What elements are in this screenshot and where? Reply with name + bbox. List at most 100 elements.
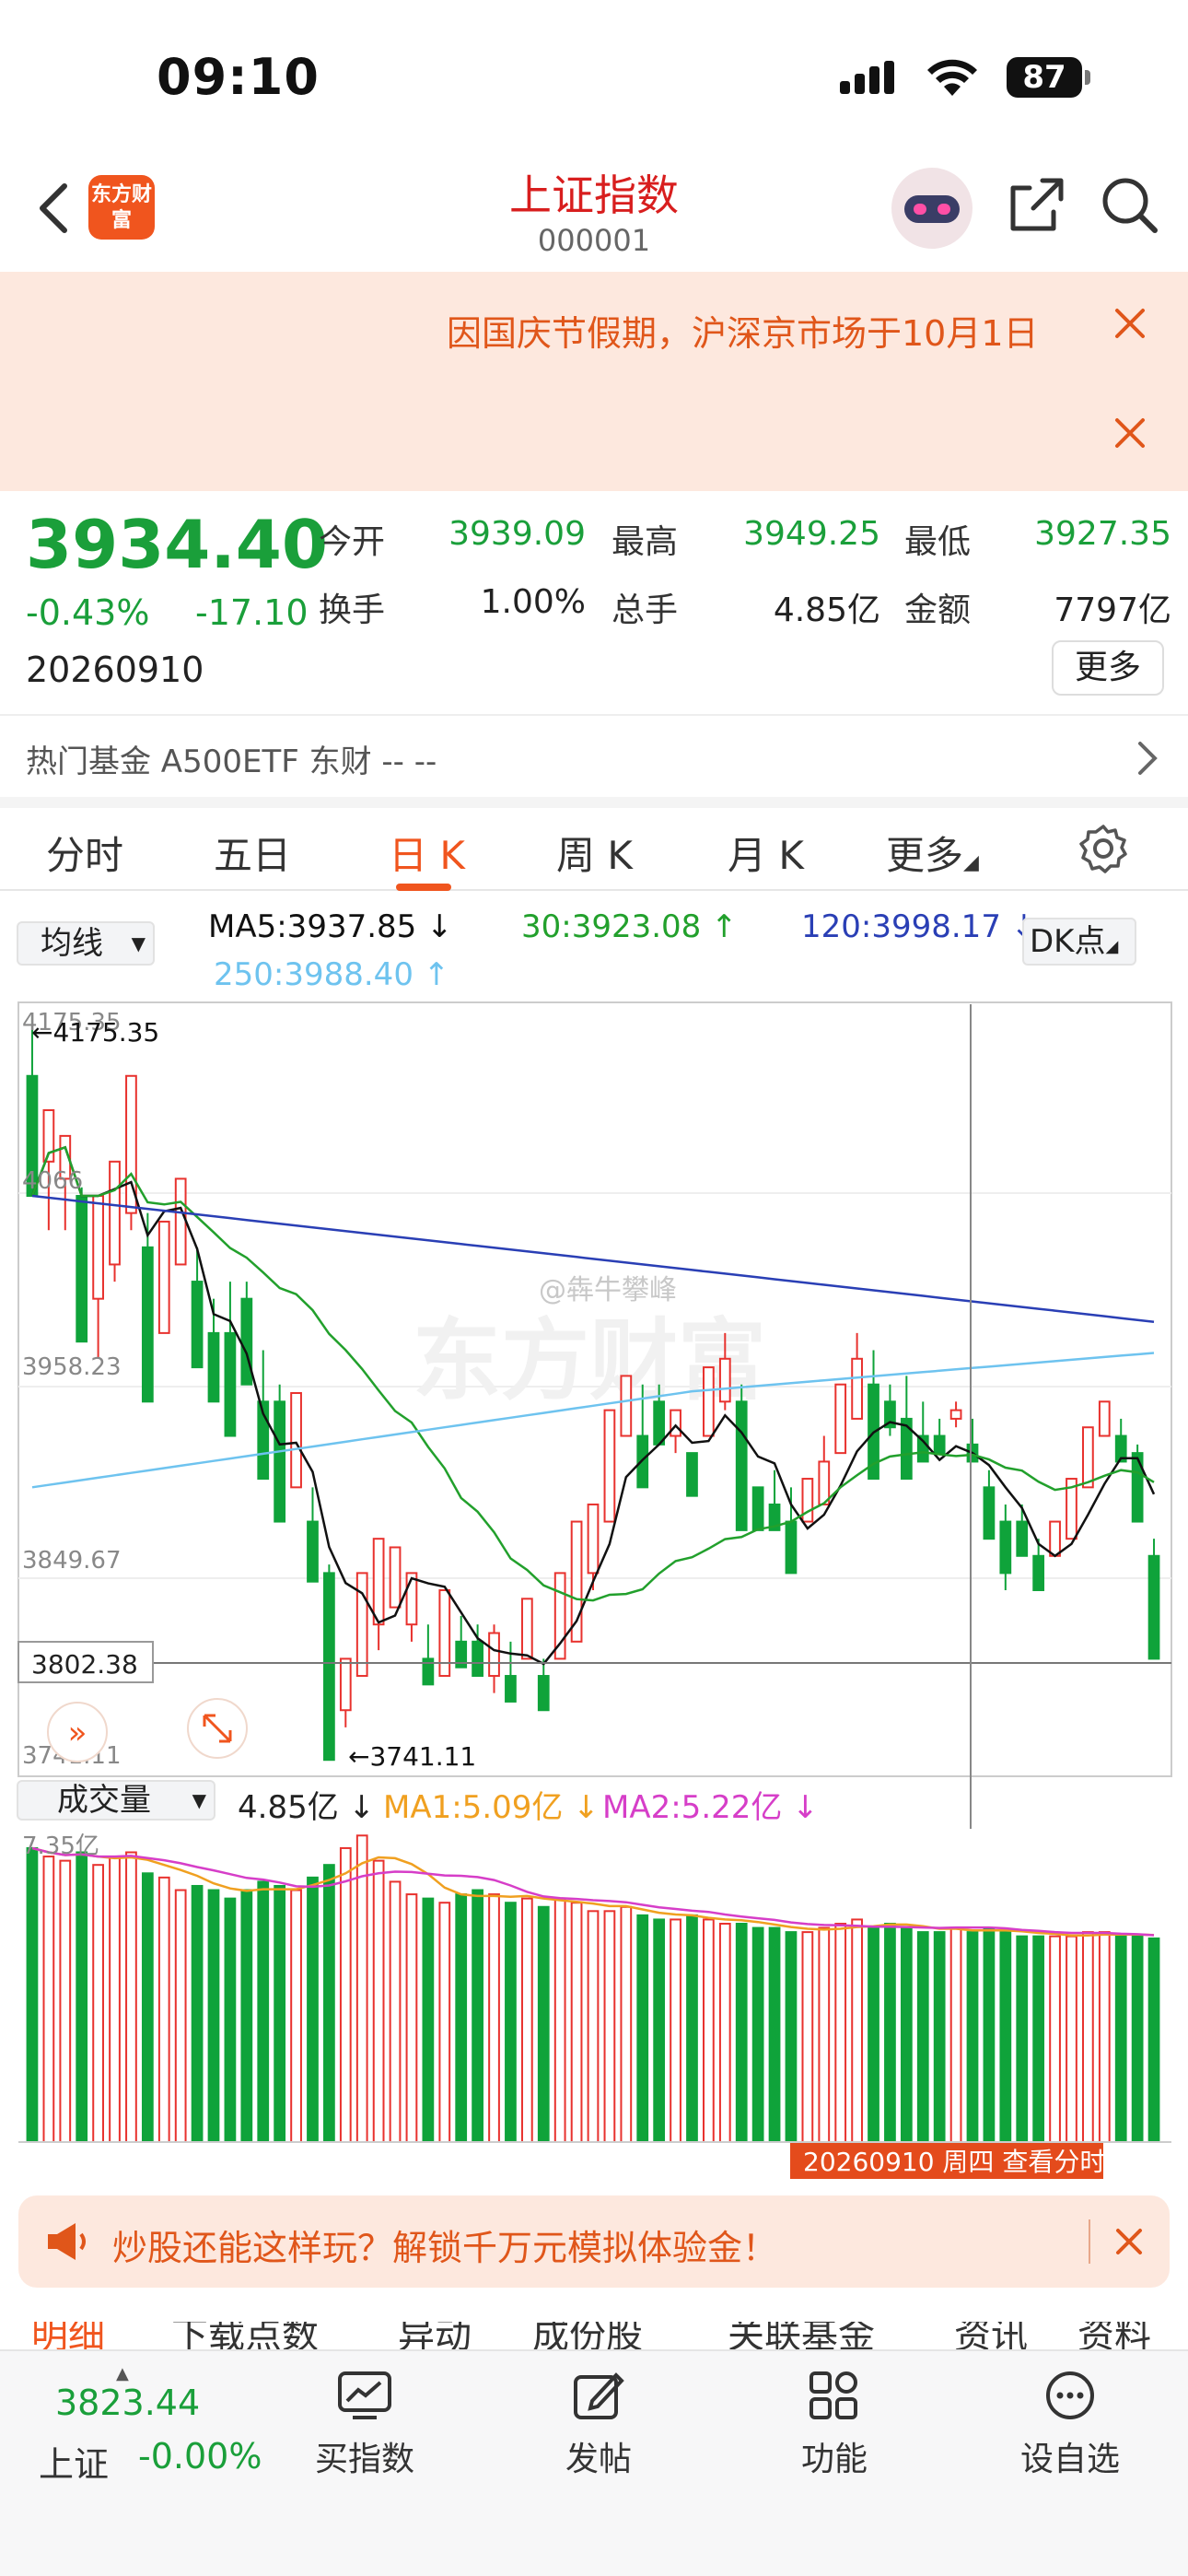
caret-down-icon: ◢ <box>1105 937 1119 956</box>
tab-constituents[interactable]: 成份股 <box>532 2322 643 2349</box>
hot-fund-row[interactable]: 热门基金 A500ETF 东财 -- -- <box>0 714 1188 795</box>
functions-label: 功能 <box>800 2441 868 2478</box>
close-icon[interactable] <box>1112 415 1148 455</box>
promo-banner[interactable]: 炒股还能这样玩？解锁千万元模拟体验金！ <box>18 2195 1170 2288</box>
tab-weekly-k[interactable]: 周 K <box>556 825 633 881</box>
battery-icon: 87 <box>1007 57 1082 98</box>
candle-body <box>1049 1520 1061 1557</box>
tab-monthly-k[interactable]: 月 K <box>728 825 804 881</box>
volume-bar <box>92 1864 104 2143</box>
candle-body <box>488 1632 500 1678</box>
volume-bar <box>422 1897 435 2143</box>
candle-body <box>1147 1554 1160 1660</box>
volume-bar <box>157 1876 170 2143</box>
volume-bar <box>257 1880 270 2143</box>
volume-bar <box>488 1893 500 2143</box>
functions-button[interactable]: 功能 <box>751 2370 917 2480</box>
settings-gear-icon[interactable] <box>1077 823 1129 878</box>
candle-body <box>224 1331 237 1437</box>
volume-bar <box>455 1893 468 2143</box>
volume-bar <box>26 1846 39 2143</box>
assistant-avatar-icon[interactable] <box>891 168 973 249</box>
volume-value: 4.85亿 ↓ <box>238 1789 375 1826</box>
volume-bar <box>125 1851 137 2143</box>
caret-down-icon: ▼ <box>192 1789 206 1811</box>
volume-bar <box>537 1905 550 2143</box>
tab-profile[interactable]: 资料 <box>1077 2322 1151 2349</box>
share-icon[interactable] <box>1006 175 1066 240</box>
volume-bar <box>801 1931 814 2143</box>
candle-body <box>389 1546 402 1609</box>
candle-body <box>620 1375 633 1437</box>
last-price: 3934.40 <box>26 506 328 583</box>
candle-body <box>949 1409 962 1420</box>
tab-news[interactable]: 资讯 <box>954 2322 1028 2349</box>
volume-bar <box>603 1910 616 2143</box>
volume-bar <box>76 1851 88 2143</box>
hot-fund-text: 热门基金 A500ETF 东财 -- -- <box>26 744 437 780</box>
axis-label-4: 3849.67 <box>22 1547 122 1575</box>
candle-body <box>355 1572 368 1678</box>
volume-bar <box>884 1922 896 2144</box>
more-stats-button[interactable]: 更多 <box>1052 640 1164 696</box>
volume-bar <box>999 1931 1012 2143</box>
period-tabs: 分时 五日 日 K 周 K 月 K 更多◢ <box>0 797 1188 891</box>
post-button[interactable]: 发帖 <box>516 2370 681 2480</box>
candle-body <box>735 1400 748 1531</box>
dk-point-dropdown[interactable]: DK点◢ <box>1022 918 1136 966</box>
tab-detail[interactable]: 明细 <box>31 2322 105 2349</box>
candle-body <box>323 1572 335 1762</box>
volume-bar <box>505 1902 517 2144</box>
wifi-icon <box>924 57 981 101</box>
weibo-watermark: @犇牛攀峰 <box>539 1274 677 1306</box>
stat-value-low: 3927.35 <box>1034 515 1171 553</box>
candle-body <box>339 1657 352 1712</box>
buy-index-button[interactable]: 买指数 <box>282 2370 448 2480</box>
tab-daily-k[interactable]: 日 K <box>389 825 465 881</box>
volume-bar <box>670 1918 681 2143</box>
tab-more[interactable]: 更多◢ <box>886 825 979 881</box>
axis-label-2: 4066 <box>22 1167 83 1195</box>
tab-five-day[interactable]: 五日 <box>214 825 291 881</box>
more-dots-icon <box>1046 2371 1094 2419</box>
candle-body <box>1032 1554 1045 1591</box>
volume-bar <box>207 1889 220 2144</box>
volume-indicator-dropdown[interactable]: 成交量 ▼ <box>17 1780 215 1821</box>
candle-body <box>109 1160 121 1266</box>
ma30-value: 30:3923.08 ↑ <box>521 908 738 945</box>
volume-bar <box>686 1914 698 2144</box>
volume-bar <box>553 1897 566 2143</box>
indicator-dropdown[interactable]: 均线 ▼ <box>17 921 155 966</box>
detail-tabs-peek: 明细 下载点数 异动 成份股 关联基金 资讯 资料 <box>0 2322 1188 2349</box>
close-icon[interactable] <box>1112 2225 1146 2262</box>
volume-bar <box>141 1872 154 2143</box>
add-watchlist-button[interactable]: 设自选 <box>987 2370 1153 2480</box>
candle-body <box>834 1383 847 1455</box>
ma120-value: 120:3998.17 ↓ <box>801 908 1038 945</box>
volume-bar <box>1147 1937 1160 2143</box>
date-tag[interactable]: 20260910 周四 查看分时 <box>803 2147 1105 2177</box>
candle-body <box>240 1297 253 1386</box>
search-icon[interactable] <box>1100 175 1160 240</box>
candle-body <box>174 1177 187 1266</box>
candle-body <box>999 1520 1012 1575</box>
kline-chart[interactable]: 东方财富 4175.35 ←4175.35 4066 3958.23 3849.… <box>0 995 1188 2180</box>
current-price-label: 3802.38 <box>31 1649 138 1680</box>
battery-tip <box>1085 70 1090 85</box>
candle-body <box>505 1675 517 1703</box>
kline-svg[interactable]: 东方财富 4175.35 ←4175.35 4066 3958.23 3849.… <box>0 995 1188 2180</box>
candle-body <box>653 1400 666 1446</box>
volume-bar <box>42 1856 55 2144</box>
quote-date: 20260910 <box>26 650 204 690</box>
tab-related-funds[interactable]: 关联基金 <box>728 2322 875 2349</box>
divider <box>1089 2219 1090 2264</box>
tab-movers[interactable]: 异动 <box>398 2322 472 2349</box>
index-value[interactable]: 3823.44 <box>55 2383 200 2423</box>
tab-intraday[interactable]: 分时 <box>46 825 123 881</box>
tab-download[interactable]: 下载点数 <box>171 2322 319 2349</box>
cellular-signal-icon <box>840 61 899 94</box>
volume-bar <box>636 1914 649 2144</box>
close-icon[interactable] <box>1112 305 1148 345</box>
stat-label-low: 最低 <box>904 523 972 561</box>
stat-value-turnover: 1.00% <box>480 583 586 621</box>
